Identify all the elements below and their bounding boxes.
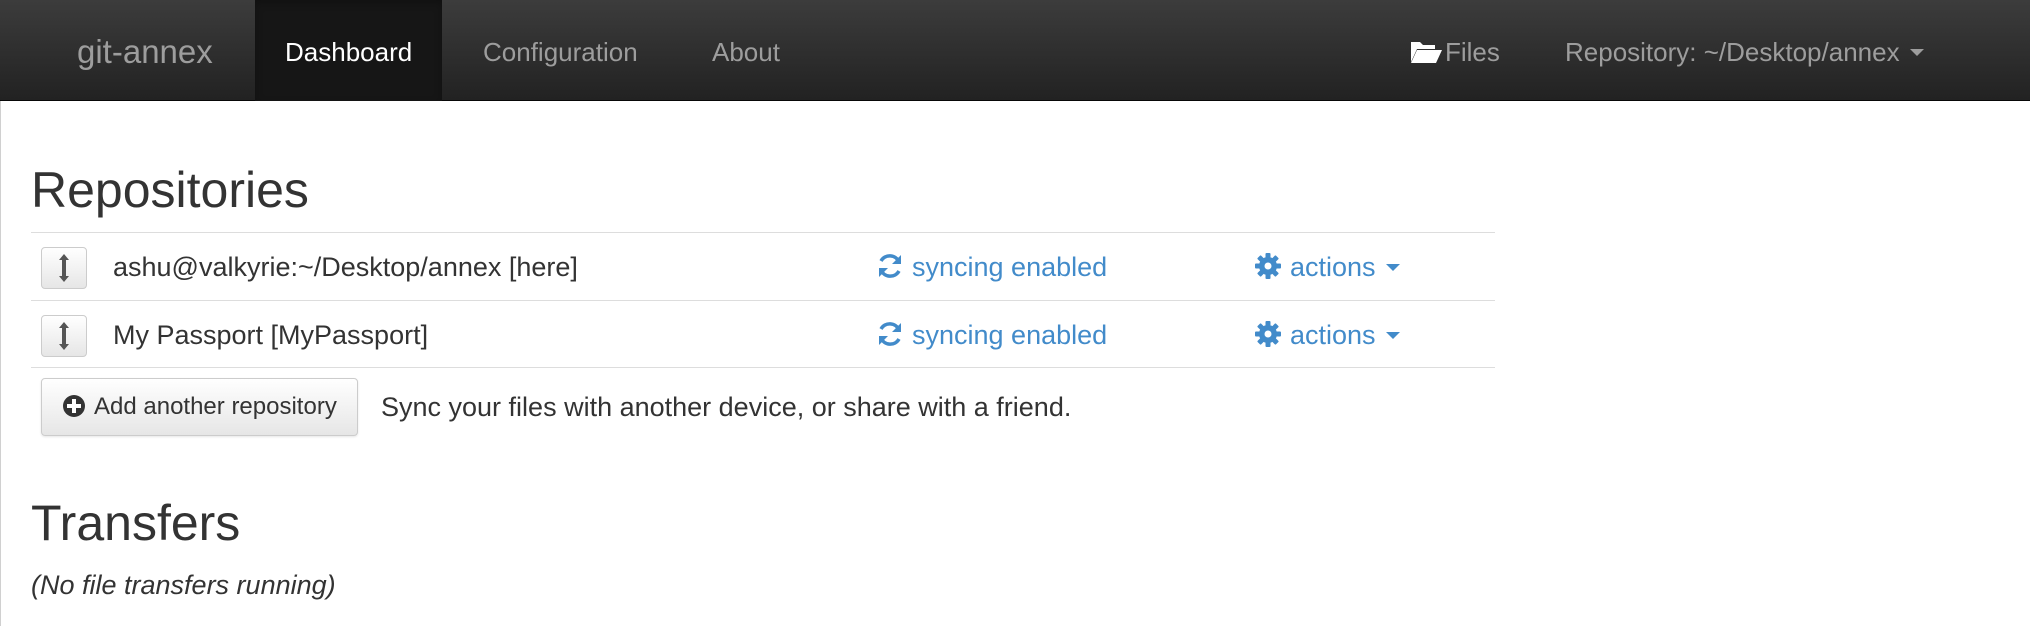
syncing-toggle-link[interactable]: syncing enabled [876,301,1107,369]
top-navbar: git-annex Dashboard Configuration About … [0,0,2030,101]
refresh-icon [879,253,901,278]
repository-row: ashu@valkyrie:~/Desktop/annex [here] syn… [31,232,1495,300]
actions-dropdown[interactable]: actions [1254,233,1400,301]
folder-open-icon [1411,42,1442,64]
repositories-heading: Repositories [31,162,309,218]
caret-down-icon [1909,48,1924,56]
gear-icon [1255,320,1281,347]
refresh-icon [879,321,901,346]
caret-down-icon [1385,264,1400,272]
no-transfers-message: (No file transfers running) [31,570,336,600]
reorder-handle[interactable] [41,315,87,357]
nav-files[interactable]: Files [1409,0,1500,101]
caret-down-icon [1385,332,1400,340]
actions-label: actions [1290,320,1376,350]
syncing-label: syncing enabled [912,252,1108,282]
repository-name: My Passport [MyPassport] [113,320,429,350]
brand-logo[interactable]: git-annex [77,0,213,101]
syncing-toggle-link[interactable]: syncing enabled [876,233,1107,301]
repository-dropdown-label: Repository: ~/Desktop/annex [1565,37,1900,67]
nav-files-label: Files [1445,37,1500,67]
plus-circle-icon [63,394,85,417]
add-repository-label: Add another repository [94,393,337,420]
syncing-label: syncing enabled [912,320,1108,350]
nav-configuration[interactable]: Configuration [483,0,638,101]
reorder-handle[interactable] [41,247,87,289]
actions-label: actions [1290,252,1376,282]
nav-about[interactable]: About [712,0,780,101]
add-repository-row: Add another repository Sync your files w… [31,368,1495,448]
vertical-arrows-icon [59,322,69,350]
repository-dropdown[interactable]: Repository: ~/Desktop/annex [1565,0,1924,101]
transfers-heading: Transfers [31,495,241,551]
add-repository-button[interactable]: Add another repository [41,378,358,436]
repository-table: ashu@valkyrie:~/Desktop/annex [here] syn… [31,232,1495,448]
actions-dropdown[interactable]: actions [1254,301,1400,369]
repository-row: My Passport [MyPassport] syncing enabled [31,300,1495,368]
nav-dashboard[interactable]: Dashboard [255,0,443,101]
page-border [0,101,1,626]
repository-name: ashu@valkyrie:~/Desktop/annex [here] [113,252,578,282]
gear-icon [1255,252,1281,279]
add-repository-hint: Sync your files with another device, or … [381,392,1072,422]
vertical-arrows-icon [59,254,69,282]
